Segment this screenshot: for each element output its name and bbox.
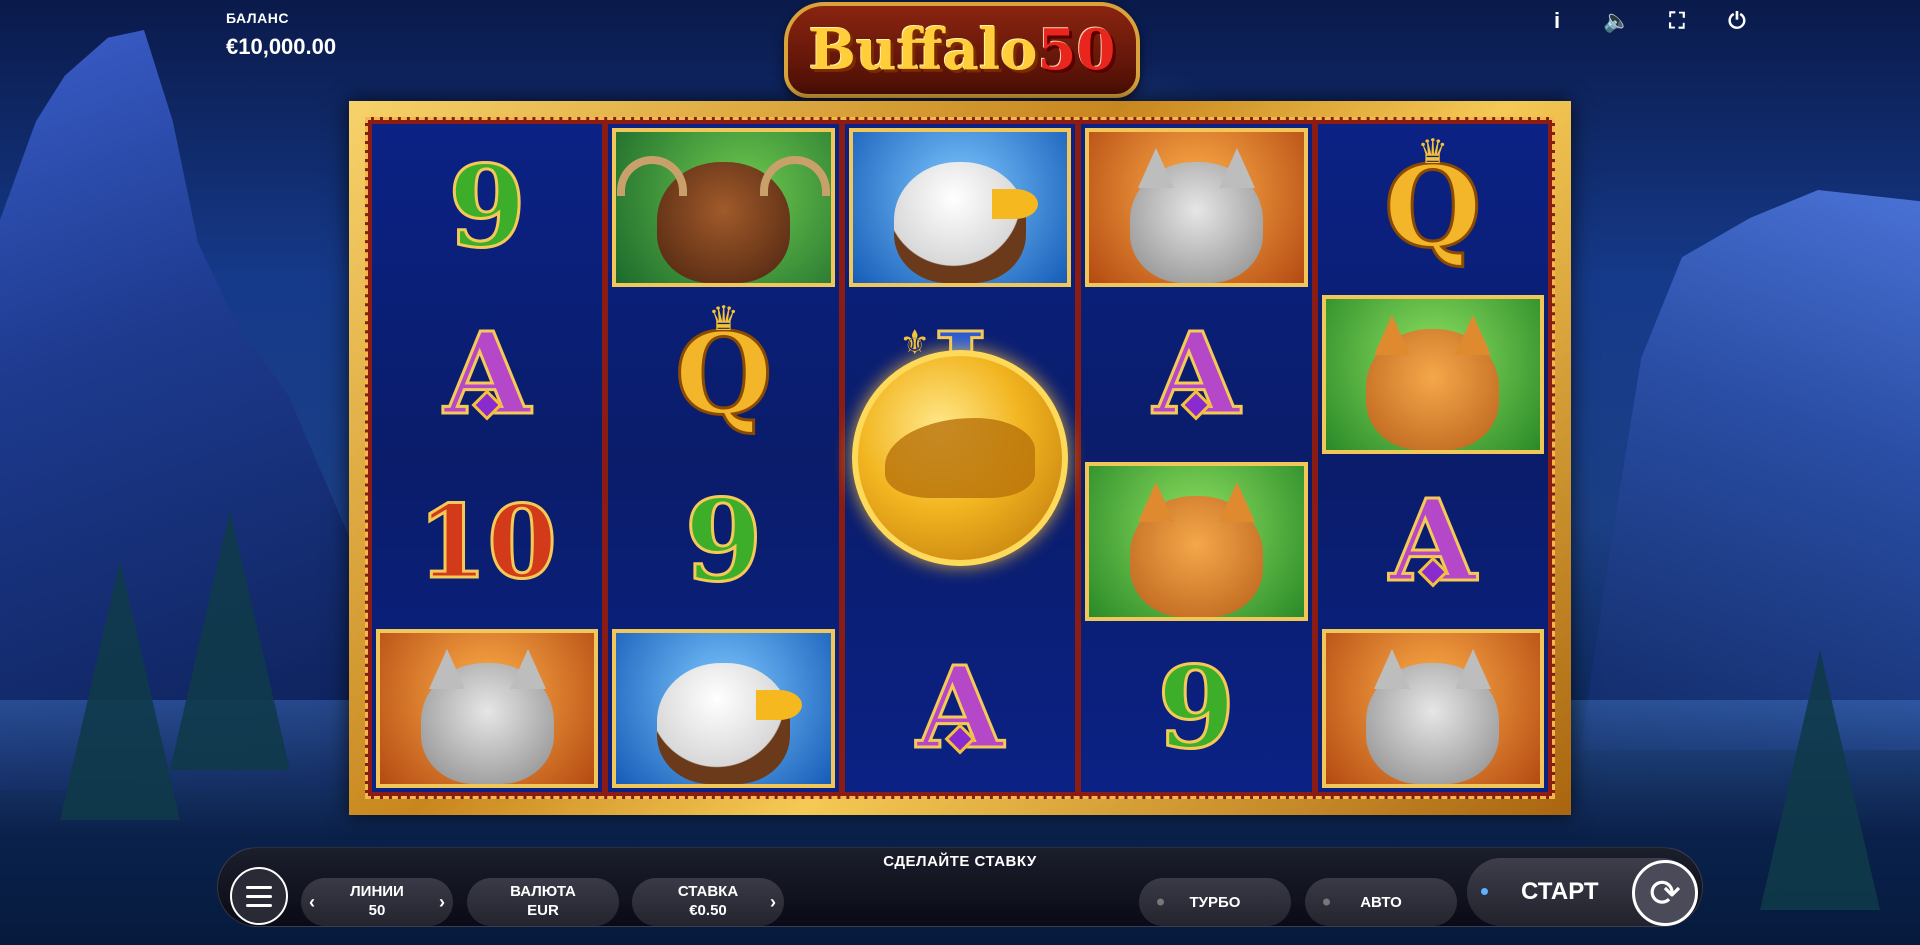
wolf-head bbox=[1366, 649, 1500, 784]
balance: БАЛАНС €10,000.00 bbox=[226, 10, 336, 60]
bet-selector[interactable]: СТАВКА €0.50 › bbox=[632, 878, 784, 926]
lines-value: 50 bbox=[368, 902, 386, 919]
symbol-9: 9 bbox=[683, 475, 764, 607]
symbol-cell: 10 bbox=[374, 460, 600, 623]
info-icon[interactable]: i bbox=[1544, 8, 1570, 34]
symbol-9: 9 bbox=[1156, 642, 1237, 774]
wolf-icon bbox=[1321, 629, 1544, 788]
symbol-cell: A bbox=[1083, 293, 1309, 456]
currency-selector[interactable]: ВАЛЮТА EUR bbox=[467, 878, 619, 926]
lines-label: ЛИНИИ bbox=[350, 883, 404, 901]
symbol-cell: A bbox=[374, 293, 600, 456]
reel-3: J⚜A bbox=[844, 124, 1076, 792]
wolf-head bbox=[1129, 148, 1263, 283]
currency-label: ВАЛЮТА bbox=[510, 883, 576, 901]
lines-selector[interactable]: ‹ ЛИНИИ 50 › bbox=[301, 878, 453, 926]
beak bbox=[992, 188, 1039, 219]
lines-increase-icon[interactable]: › bbox=[439, 891, 445, 914]
lines-decrease-icon[interactable]: ‹ bbox=[309, 891, 315, 914]
hamburger-line bbox=[246, 885, 272, 889]
reel-frame: 9A10Q♛9J⚜AA9Q♛A bbox=[349, 101, 1571, 815]
top-toolbar: i 🔈 ⛶ ⏻ bbox=[1544, 8, 1750, 34]
buffalo-coin-icon bbox=[851, 350, 1068, 566]
bet-label: СТАВКА bbox=[677, 883, 739, 901]
logo-number: 50 bbox=[1037, 17, 1116, 83]
auto-indicator bbox=[1323, 898, 1330, 906]
puma-icon bbox=[1321, 295, 1544, 454]
bet-increase-icon[interactable]: › bbox=[770, 891, 776, 914]
symbol-cell: Q ♛ bbox=[610, 293, 836, 456]
eagle-head bbox=[893, 162, 1039, 283]
symbol-cell: Q ♛ bbox=[1320, 126, 1546, 289]
wolf-icon bbox=[1085, 128, 1308, 287]
crown-icon: ♛ bbox=[1417, 133, 1449, 171]
symbol-10: 10 bbox=[416, 482, 558, 601]
crown-icon: ♛ bbox=[708, 300, 739, 338]
logo-name: Buffalo bbox=[808, 17, 1038, 83]
symbol-cell bbox=[610, 627, 836, 790]
sound-icon[interactable]: 🔈 bbox=[1603, 8, 1630, 34]
symbol-cell: A bbox=[1320, 460, 1546, 623]
reels-grid: 9A10Q♛9J⚜AA9Q♛A bbox=[365, 117, 1555, 799]
moose-icon bbox=[612, 128, 835, 287]
turbo-button[interactable]: ТУРБО bbox=[1139, 878, 1291, 926]
moose-head bbox=[617, 156, 831, 283]
currency-value: EUR bbox=[527, 902, 559, 919]
reel-4: A9 bbox=[1081, 124, 1312, 792]
antler bbox=[760, 156, 831, 197]
bison-icon bbox=[884, 418, 1035, 498]
symbol-cell bbox=[374, 627, 600, 790]
turbo-label: ТУРБО bbox=[1189, 893, 1241, 911]
eagle-head bbox=[657, 663, 803, 784]
symbol-cell bbox=[847, 126, 1073, 289]
symbol-cell bbox=[1083, 126, 1309, 289]
symbol-cell: A bbox=[847, 627, 1073, 790]
turbo-indicator bbox=[1157, 898, 1164, 906]
symbol-cell: 9 bbox=[1083, 627, 1309, 790]
antler bbox=[617, 156, 688, 197]
menu-button[interactable] bbox=[230, 867, 288, 925]
pine-tree bbox=[60, 560, 180, 820]
symbol-cell: 9 bbox=[610, 460, 836, 623]
beak bbox=[756, 689, 803, 720]
puma-icon bbox=[1085, 462, 1308, 621]
hamburger-line bbox=[246, 894, 272, 898]
fullscreen-icon[interactable]: ⛶ bbox=[1664, 8, 1690, 34]
puma-head bbox=[1129, 482, 1263, 617]
reel-1: 9 A 10 bbox=[372, 124, 603, 792]
game-logo: Buffalo 50 bbox=[784, 2, 1140, 98]
reel-5: Q ♛ A bbox=[1317, 124, 1548, 792]
symbol-cell bbox=[1320, 293, 1546, 456]
auto-button[interactable]: АВТО bbox=[1305, 878, 1457, 926]
eagle-icon bbox=[848, 128, 1072, 287]
symbol-cell bbox=[1083, 460, 1309, 623]
hamburger-line bbox=[246, 903, 272, 907]
wolf-head bbox=[420, 649, 554, 784]
wolf-icon bbox=[376, 629, 599, 788]
symbol-cell bbox=[1320, 627, 1546, 790]
pine-tree bbox=[170, 510, 290, 770]
reel-2: Q ♛ 9 bbox=[608, 124, 839, 792]
eagle-icon bbox=[612, 629, 835, 788]
symbol-9: 9 bbox=[447, 141, 528, 273]
auto-label: АВТО bbox=[1360, 893, 1402, 911]
puma-head bbox=[1366, 315, 1500, 450]
spin-icon[interactable]: ⟳ bbox=[1632, 860, 1698, 926]
power-icon[interactable]: ⏻ bbox=[1724, 8, 1750, 34]
symbol-cell: 9 bbox=[374, 126, 600, 289]
start-indicator bbox=[1481, 888, 1488, 895]
balance-label: БАЛАНС bbox=[226, 10, 289, 26]
symbol-cell bbox=[610, 126, 836, 289]
pine-tree bbox=[1760, 650, 1880, 910]
start-label: СТАРТ bbox=[1521, 878, 1599, 905]
bet-value: €0.50 bbox=[689, 902, 727, 919]
balance-value: €10,000.00 bbox=[226, 34, 337, 59]
